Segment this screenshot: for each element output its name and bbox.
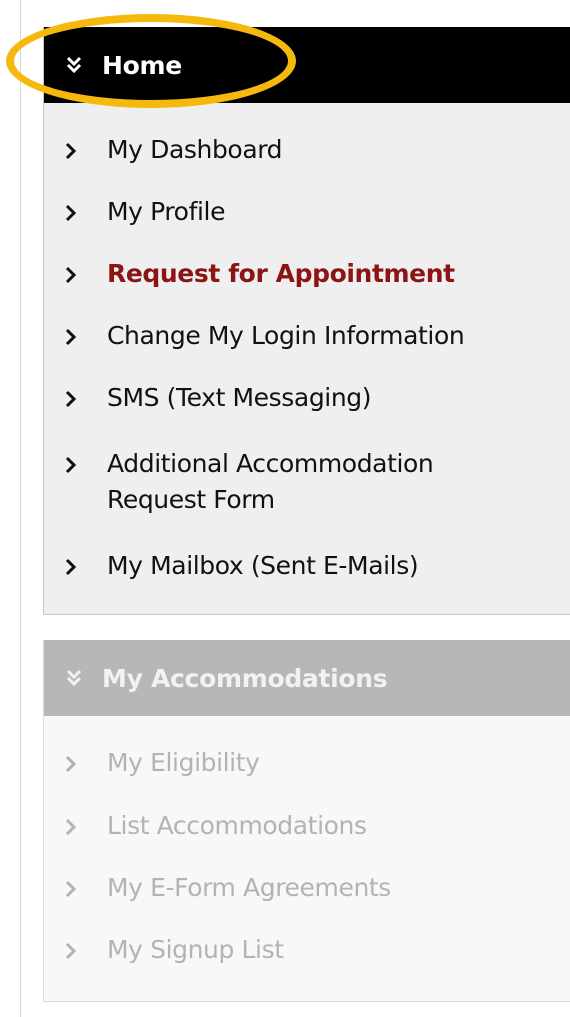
menu-item-label: My Mailbox (Sent E-Mails) <box>107 551 419 580</box>
menu-item-label: My Dashboard <box>107 135 283 164</box>
accommodations-panel: My Accommodations My Eligibility List Ac… <box>43 640 570 1002</box>
chevron-right-icon <box>65 456 77 474</box>
accommodations-header[interactable]: My Accommodations <box>44 640 570 716</box>
chevron-right-icon <box>65 142 77 160</box>
chevron-right-icon <box>65 266 77 284</box>
menu-item-label: My E-Form Agreements <box>107 873 391 902</box>
home-title: Home <box>102 50 182 80</box>
left-divider <box>20 0 21 1017</box>
menu-item-label: List Accommodations <box>107 811 367 840</box>
chevron-right-icon <box>65 204 77 222</box>
home-header[interactable]: Home <box>44 27 570 103</box>
double-chevron-down-icon <box>66 669 82 687</box>
chevron-right-icon <box>65 818 77 836</box>
menu-item-label: Change My Login Information <box>107 321 465 350</box>
chevron-right-icon <box>65 558 77 576</box>
chevron-right-icon <box>65 942 77 960</box>
menu-item-label: Request for Appointment <box>107 259 455 288</box>
menu-item-label: SMS (Text Messaging) <box>107 383 372 412</box>
double-chevron-down-icon <box>66 56 82 74</box>
chevron-right-icon <box>65 755 77 773</box>
menu-item-label: My Signup List <box>107 935 284 964</box>
menu-item-label: Additional Accommodation Request Form <box>107 449 434 514</box>
home-panel: Home My Dashboard My Profile Request for… <box>43 27 570 615</box>
menu-item-label: My Profile <box>107 197 226 226</box>
chevron-right-icon <box>65 328 77 346</box>
chevron-right-icon <box>65 880 77 898</box>
chevron-right-icon <box>65 390 77 408</box>
accommodations-title: My Accommodations <box>102 663 388 693</box>
sidebar-menu: Home My Dashboard My Profile Request for… <box>0 0 570 1017</box>
menu-item-label: My Eligibility <box>107 748 260 777</box>
